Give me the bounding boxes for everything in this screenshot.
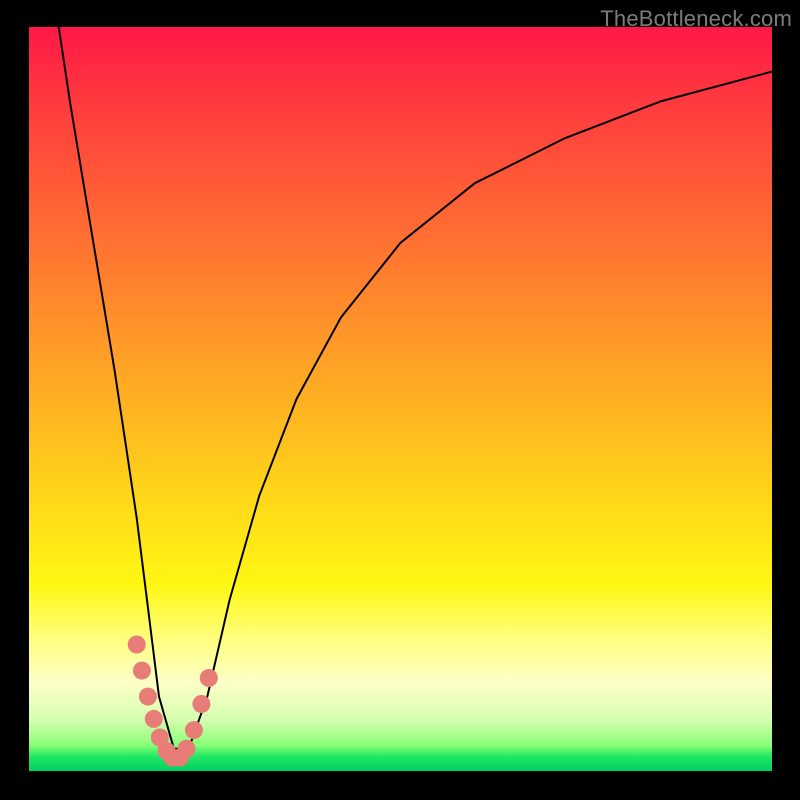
watermark-text: TheBottleneck.com <box>600 6 792 32</box>
highlight-dot <box>139 688 157 706</box>
highlight-dot <box>145 710 163 728</box>
highlight-dot <box>133 662 151 680</box>
highlight-dot <box>128 636 146 654</box>
highlight-dots <box>128 636 218 767</box>
bottleneck-curve <box>59 27 772 749</box>
highlight-dot <box>200 669 218 687</box>
highlight-dot <box>178 740 196 758</box>
plot-area <box>29 27 772 771</box>
highlight-dot <box>192 695 210 713</box>
bottleneck-curve-path <box>59 27 772 749</box>
highlight-dot <box>185 721 203 739</box>
chart-frame: TheBottleneck.com <box>0 0 800 800</box>
curve-layer <box>29 27 772 771</box>
